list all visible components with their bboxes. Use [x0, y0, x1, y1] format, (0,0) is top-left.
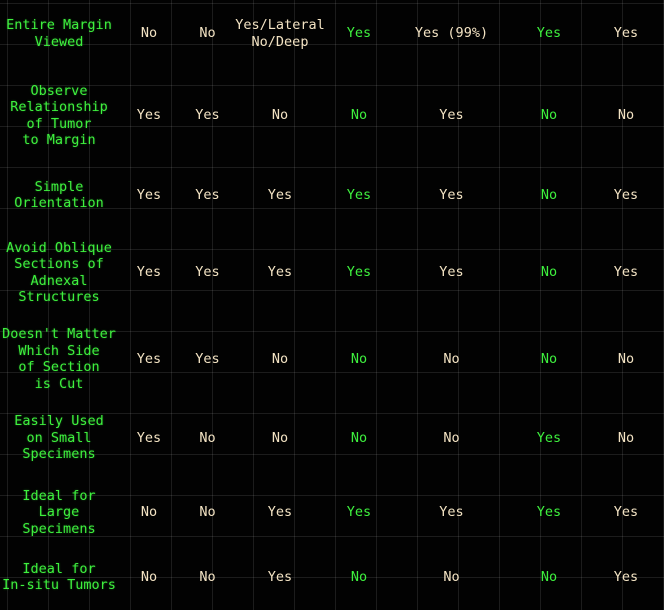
table-cell: Yes: [136, 264, 162, 281]
table-row: Ideal for Large Specimens No No Yes Yes …: [0, 477, 664, 548]
table-cell: Yes: [346, 186, 372, 203]
table-row: Entire Margin Viewed No No Yes/Lateral N…: [0, 0, 664, 67]
table-cell: No: [271, 350, 289, 367]
table-row: Observe Relationship of Tumor to Margin …: [0, 67, 664, 164]
table-cell: No: [140, 568, 158, 585]
table-cell: No: [617, 350, 635, 367]
table-cell: Yes/Lateral No/Deep: [235, 17, 325, 50]
table-cell: No: [199, 568, 216, 585]
table-cell: No: [540, 568, 558, 585]
table-cell: Yes: [613, 504, 639, 521]
table-cell: Yes: [439, 186, 464, 203]
table-cell: Yes: [195, 107, 220, 124]
table-cell: Yes: [195, 264, 220, 281]
table-cell: Yes: [613, 186, 639, 203]
table-cell: No: [443, 429, 460, 446]
table-cell: No: [617, 107, 635, 124]
table-cell: No: [540, 264, 558, 281]
table-row: Simple Orientation Yes Yes Yes Yes Yes N…: [0, 164, 664, 226]
table-cell: Yes: [536, 25, 562, 42]
row-label: Observe Relationship of Tumor to Margin: [10, 82, 108, 149]
table-cell: Yes: [346, 264, 372, 281]
row-label: Doesn't Matter Which Side of Section is …: [2, 326, 116, 392]
table-row: Doesn't Matter Which Side of Section is …: [0, 319, 664, 399]
table-cell: No: [199, 504, 216, 521]
table-cell: Yes: [613, 264, 639, 281]
table-cell: No: [140, 504, 158, 521]
table-cell: Yes: [267, 264, 293, 281]
table-cell: Yes: [439, 264, 464, 281]
row-label: Easily Used on Small Specimens: [14, 413, 104, 463]
table-row: Avoid Oblique Sections of Adnexal Struct…: [0, 226, 664, 319]
table-cell: Yes: [346, 25, 372, 42]
table-cell: Yes: [267, 568, 293, 585]
table-cell: Yes: [136, 186, 162, 203]
table-cell: No: [199, 25, 216, 42]
table-cell: Yes: [439, 504, 464, 521]
table-cell: No: [350, 568, 368, 585]
table-cell: Yes (99%): [414, 25, 489, 42]
row-label: Entire Margin Viewed: [6, 17, 112, 50]
table-cell: Yes: [536, 429, 562, 446]
table-cell: Yes: [267, 504, 293, 521]
table-cell: No: [540, 186, 558, 203]
table-cell: Yes: [613, 25, 639, 42]
row-label: Simple Orientation: [14, 178, 104, 212]
table-cell: Yes: [613, 568, 639, 585]
table-cell: Yes: [346, 504, 372, 521]
table-cell: No: [443, 568, 460, 585]
table-cell: No: [271, 107, 289, 124]
table-cell: No: [540, 350, 558, 367]
table-cell: Yes: [536, 504, 562, 521]
table-cell: Yes: [195, 186, 220, 203]
row-label: Ideal for In-situ Tumors: [2, 560, 116, 594]
table-cell: Yes: [136, 429, 162, 446]
table-cell: No: [443, 350, 460, 367]
table-cell: No: [617, 429, 635, 446]
table-cell: Yes: [195, 350, 220, 367]
table-cell: No: [199, 429, 216, 446]
row-label: Ideal for Large Specimens: [22, 487, 96, 537]
table-body: Entire Margin Viewed No No Yes/Lateral N…: [0, 0, 664, 606]
table-cell: Yes: [136, 107, 162, 124]
table-row: Ideal for In-situ Tumors No No Yes No No…: [0, 548, 664, 606]
table-cell: No: [540, 107, 558, 124]
comparison-table: Entire Margin Viewed No No Yes/Lateral N…: [0, 0, 664, 606]
table-cell: No: [350, 429, 368, 446]
table-cell: Yes: [439, 107, 464, 124]
table-cell: No: [271, 429, 289, 446]
table-row: Easily Used on Small Specimens Yes No No…: [0, 399, 664, 477]
table-cell: No: [350, 107, 368, 124]
row-label: Avoid Oblique Sections of Adnexal Struct…: [6, 239, 112, 306]
table-cell: No: [350, 350, 368, 367]
table-cell: Yes: [267, 186, 293, 203]
table-cell: Yes: [136, 350, 162, 367]
table-cell: No: [140, 25, 158, 42]
